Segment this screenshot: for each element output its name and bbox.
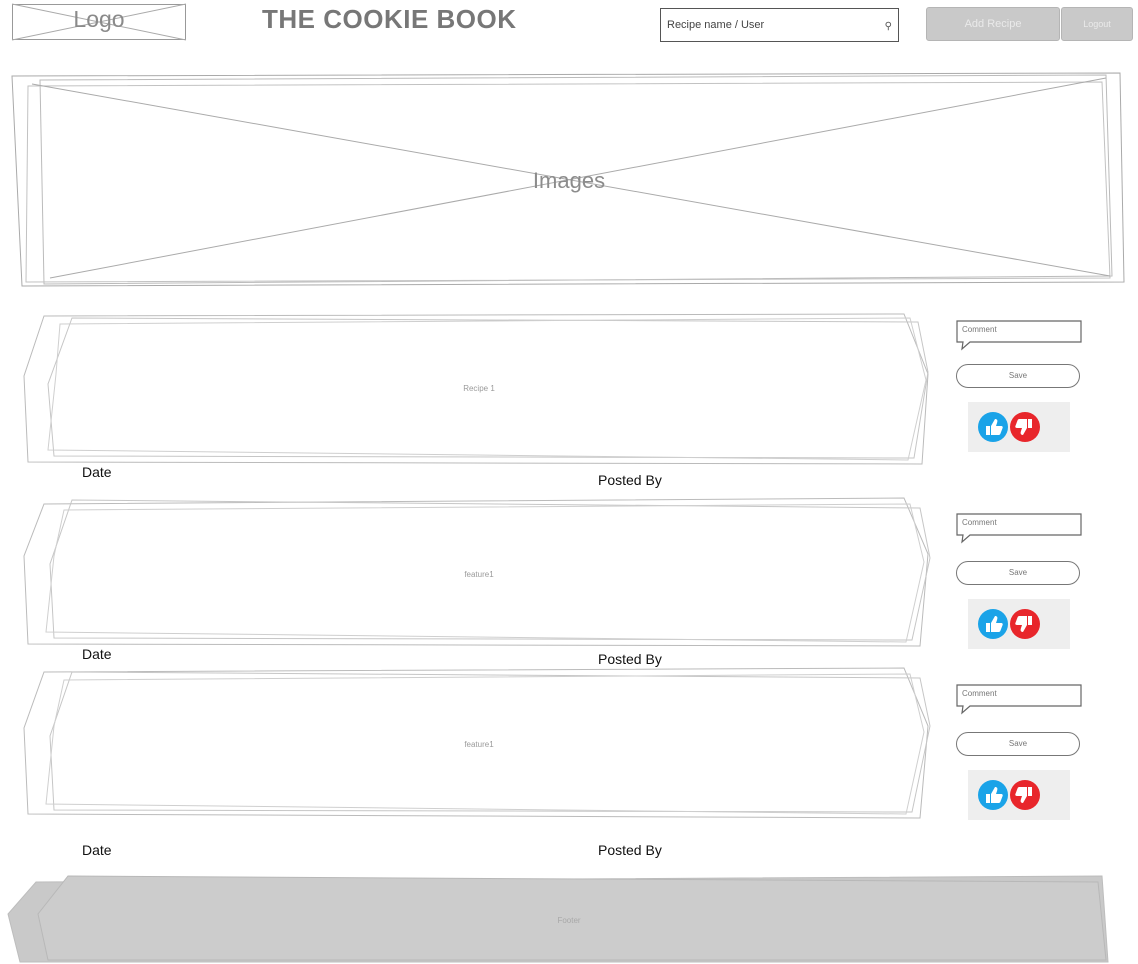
logo-label: Logo [73,6,125,32]
thumbs-up-icon[interactable] [978,412,1008,442]
recipe-posted-by-label: Posted By [598,651,662,667]
recipe-card-1[interactable]: Recipe 1 [24,314,934,466]
recipe-card-2[interactable]: feature1 [24,498,934,650]
recipe-date-label: Date [82,842,112,858]
thumbs-down-icon[interactable] [1010,412,1040,442]
recipe-card-label: feature1 [464,740,494,749]
hero-image-label: Images [532,168,606,193]
thumbs-down-icon[interactable] [1010,780,1040,810]
comment-button[interactable]: Comment [956,513,1080,535]
logout-button[interactable]: Logout [1061,7,1133,41]
comment-button[interactable]: Comment [956,684,1080,706]
vote-panel [968,599,1070,649]
comment-label: Comment [962,325,997,334]
site-title: THE COOKIE BOOK [262,4,517,34]
footer-label: Footer [557,916,581,925]
vote-panel [968,402,1070,452]
recipe-posted-by-label: Posted By [598,842,662,858]
recipe-card-3[interactable]: feature1 [24,668,934,820]
recipe-card-label: Recipe 1 [463,384,495,393]
search-input[interactable]: Recipe name / User ⚲ [660,8,899,42]
search-placeholder: Recipe name / User [667,19,765,31]
recipe-date-label: Date [82,646,112,662]
vote-panel [968,770,1070,820]
thumbs-down-icon[interactable] [1010,609,1040,639]
comment-label: Comment [962,689,997,698]
save-button[interactable]: Save [956,732,1080,756]
search-icon[interactable]: ⚲ [885,21,892,32]
thumbs-up-icon[interactable] [978,609,1008,639]
add-recipe-button[interactable]: Add Recipe [926,7,1060,41]
save-button[interactable]: Save [956,364,1080,388]
comment-button[interactable]: Comment [956,320,1080,342]
save-button[interactable]: Save [956,561,1080,585]
recipe-posted-by-label: Posted By [598,472,662,488]
comment-label: Comment [962,518,997,527]
recipe-card-label: feature1 [464,570,494,579]
recipe-date-label: Date [82,464,112,480]
thumbs-up-icon[interactable] [978,780,1008,810]
